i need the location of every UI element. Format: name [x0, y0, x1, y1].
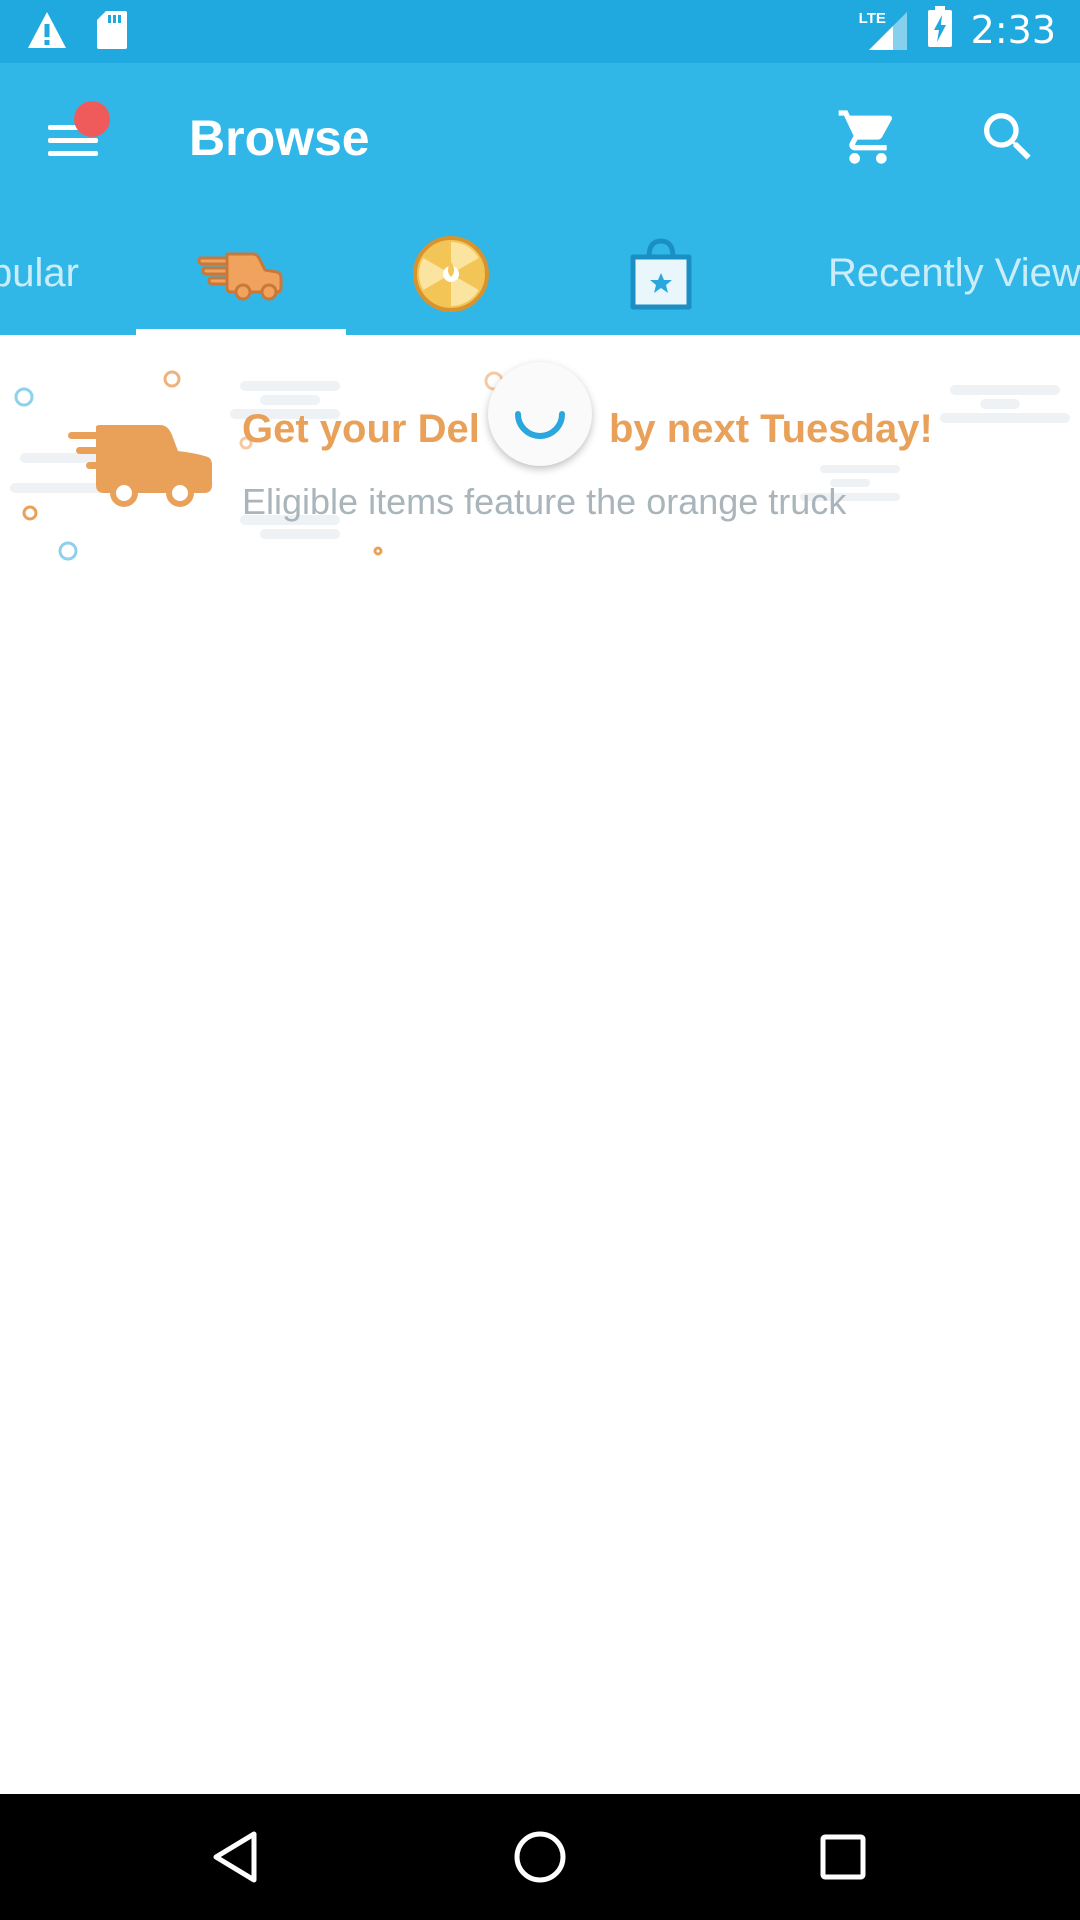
page-title: Browse — [189, 110, 370, 166]
recents-button[interactable] — [810, 1824, 876, 1890]
banner-title-end: by next Tuesday! — [608, 407, 933, 451]
battery-charging-icon — [927, 6, 953, 53]
loading-spinner — [488, 362, 592, 466]
recents-icon — [820, 1834, 866, 1880]
search-button[interactable] — [976, 105, 1040, 169]
spinner-icon — [515, 411, 565, 439]
tab-delivery[interactable] — [136, 212, 346, 335]
tab-popular-label: pular — [0, 251, 79, 295]
banner-title-start: Get your Del — [242, 407, 480, 451]
network-type-label: LTE — [858, 9, 886, 27]
delivery-truck-icon — [197, 252, 283, 300]
cart-icon — [838, 110, 893, 164]
warning-icon — [26, 10, 68, 55]
search-icon — [984, 113, 1031, 160]
sd-card-icon — [96, 10, 128, 55]
notification-dot — [74, 101, 110, 137]
tab-recently-viewed-label: Recently View — [828, 251, 1080, 295]
signal-icon: LTE — [859, 8, 909, 52]
cart-button[interactable] — [836, 105, 900, 169]
home-icon — [514, 1831, 566, 1883]
tab-shopping-bag[interactable] — [556, 212, 766, 335]
wheel-icon — [413, 235, 489, 312]
status-bar: LTE 2:33 — [0, 0, 1080, 63]
tab-recently-viewed[interactable]: Recently View — [828, 212, 1080, 335]
back-button[interactable] — [204, 1824, 270, 1890]
clock: 2:33 — [970, 7, 1056, 52]
tab-wheel[interactable] — [346, 212, 556, 335]
back-icon — [213, 1831, 257, 1883]
navigation-bar — [0, 1794, 1080, 1920]
orange-truck-icon — [68, 425, 212, 507]
home-button[interactable] — [507, 1824, 573, 1890]
tab-bar: pular Recently View — [0, 212, 1080, 335]
shopping-bag-star-icon — [630, 237, 692, 309]
tab-popular[interactable]: pular — [0, 212, 100, 335]
app-bar: Browse pular Recently View — [0, 63, 1080, 335]
banner-subtitle: Eligible items feature the orange truck — [242, 481, 847, 522]
